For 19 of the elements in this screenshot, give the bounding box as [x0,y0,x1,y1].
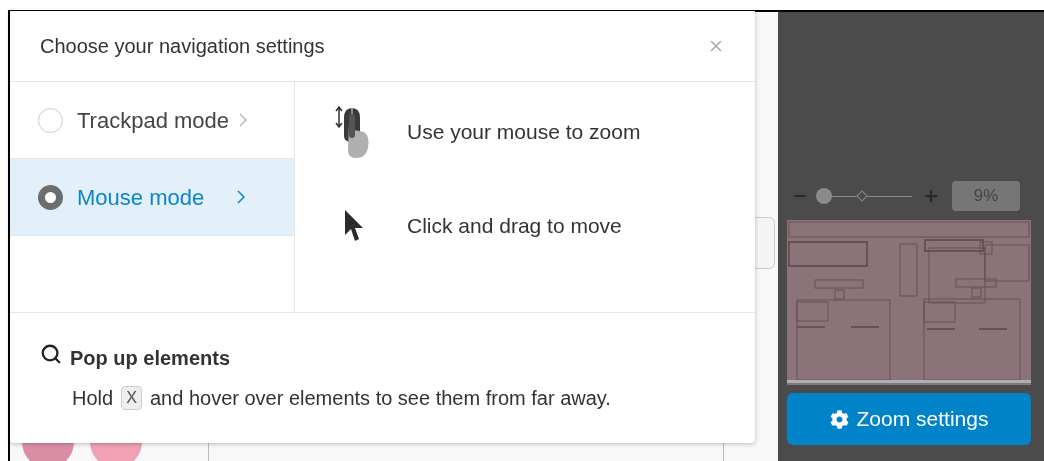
zoom-fit-marker-icon [856,190,868,202]
zoom-in-icon[interactable] [922,187,940,205]
slider-thumb[interactable] [816,188,833,204]
instruction-text: Use your mouse to zoom [407,119,641,146]
dialog-title: Choose your navigation settings [40,34,325,59]
tip-text: Hold [72,386,114,411]
chevron-right-icon [239,113,248,127]
tip-title: Pop up elements [70,346,231,371]
instruction-text: Click and drag to move [407,213,622,240]
radio-button[interactable] [38,184,63,210]
cursor-arrow-icon [343,209,365,243]
mode-option[interactable]: Trackpad mode [10,82,294,159]
search-icon [40,343,62,365]
keyboard-key: X [121,386,142,410]
settings-icon [829,409,849,429]
mode-option[interactable]: Mouse mode [10,159,294,236]
tip-text: and hover over elements to see them from far away. [149,386,611,411]
chevron-right-icon [237,190,245,204]
zoom-settings-button[interactable]: Zoom settings [787,393,1031,445]
